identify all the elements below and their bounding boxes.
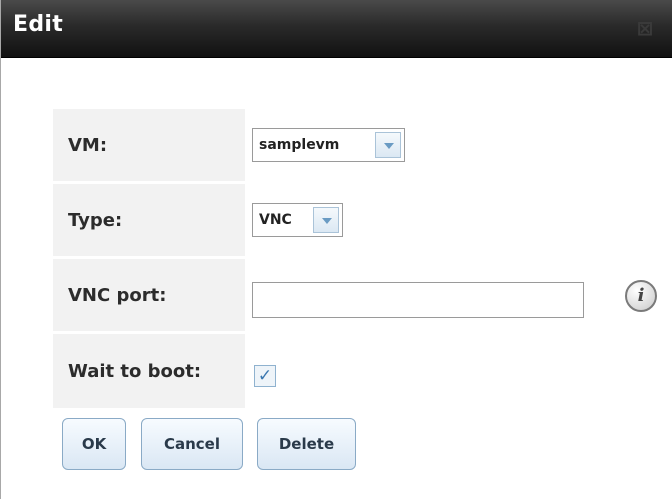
check-icon: ✓	[257, 366, 273, 386]
dialog-title: Edit	[13, 12, 64, 37]
close-icon[interactable]: ⊠	[633, 16, 657, 40]
type-select-value: VNC	[259, 212, 292, 228]
wait-to-boot-label: Wait to boot:	[53, 334, 245, 408]
ok-button[interactable]: OK	[62, 418, 126, 470]
type-label: Type:	[53, 184, 245, 256]
chevron-down-icon[interactable]	[313, 207, 339, 233]
info-icon[interactable]: i	[625, 280, 657, 312]
dialog-titlebar[interactable]: Edit ⊠	[1, 0, 672, 58]
vm-select-value: samplevm	[259, 137, 340, 153]
edit-dialog: Edit ⊠ VM: samplevm Type: VNC VNC port: …	[0, 0, 672, 499]
vnc-port-input[interactable]	[252, 282, 584, 318]
vm-label: VM:	[53, 109, 245, 181]
vm-select[interactable]: samplevm	[252, 128, 405, 162]
cancel-button[interactable]: Cancel	[141, 418, 243, 470]
vnc-port-label: VNC port:	[53, 259, 245, 331]
chevron-down-icon[interactable]	[375, 132, 401, 158]
wait-to-boot-checkbox[interactable]: ✓	[254, 365, 276, 387]
type-select[interactable]: VNC	[252, 203, 343, 237]
delete-button[interactable]: Delete	[257, 418, 356, 470]
